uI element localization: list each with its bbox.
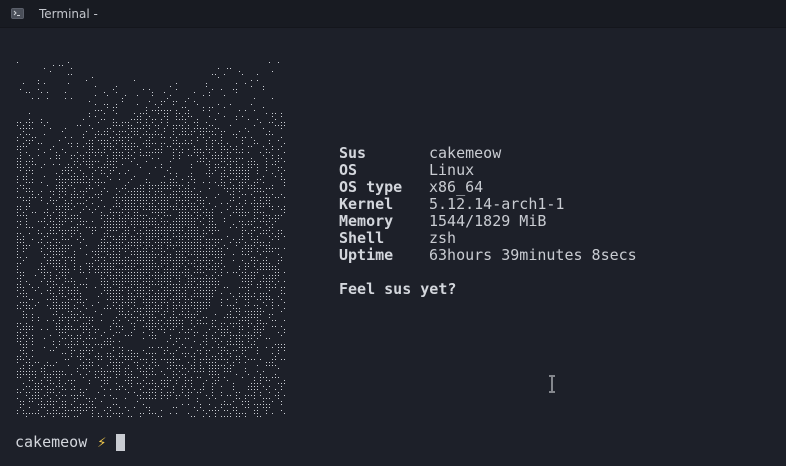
info-row-uptime: Uptime 63hours 39minutes 8secs [339,247,637,264]
info-value: zsh [429,229,457,247]
window-title: Terminal - [39,7,98,21]
ascii-art-logo [17,62,285,417]
info-value: Linux [429,161,475,179]
system-info-panel: Sus cakemeow OS Linux OS type x86_64 Ker… [339,145,637,298]
info-value: 1544/1829 MiB [429,212,547,230]
info-row-kernel: Kernel 5.12.14-arch1-1 [339,196,637,213]
info-row-os-type: OS type x86_64 [339,179,637,196]
info-value: 63hours 39minutes 8secs [429,246,637,264]
title-bar[interactable]: Terminal - [0,0,786,28]
terminal-icon [11,8,24,19]
info-key: Shell [339,229,385,247]
info-row-memory: Memory 1544/1829 MiB [339,213,637,230]
info-value: 5.12.14-arch1-1 [429,195,565,213]
info-key: Sus [339,144,367,162]
info-key: OS type [339,178,403,196]
prompt-user: cakemeow [15,433,88,451]
lightning-icon: ⚡ [97,433,107,451]
info-key: Memory [339,212,394,230]
info-key: OS [339,161,358,179]
info-row-sus: Sus cakemeow [339,145,637,162]
ibeam-cursor-icon [549,375,555,393]
text-cursor[interactable] [116,433,126,451]
info-key: Kernel [339,195,394,213]
info-value: cakemeow [429,144,502,162]
ascii-art-dots [17,62,285,417]
feel-sus-question: Feel sus yet? [339,280,457,298]
info-row-shell: Shell zsh [339,230,637,247]
info-value: x86_64 [429,178,484,196]
terminal-window: Terminal - Sus cakemeow OS Linux OS type… [0,0,786,466]
info-row-os: OS Linux [339,162,637,179]
info-key: Uptime [339,246,394,264]
shell-prompt[interactable]: cakemeow ⚡ [15,433,126,451]
